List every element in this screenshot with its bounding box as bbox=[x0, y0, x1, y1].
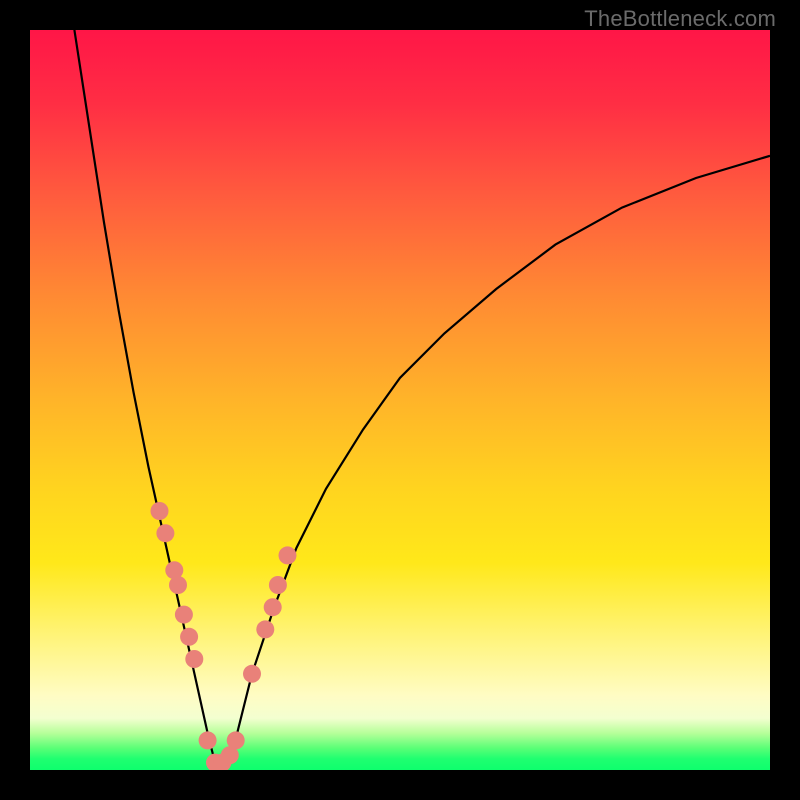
data-dot bbox=[269, 576, 287, 594]
data-dot bbox=[156, 524, 174, 542]
data-dot bbox=[185, 650, 203, 668]
data-dot bbox=[180, 628, 198, 646]
chart-svg bbox=[30, 30, 770, 770]
data-dot bbox=[199, 731, 217, 749]
data-dot bbox=[227, 731, 245, 749]
data-dot bbox=[243, 665, 261, 683]
watermark-text: TheBottleneck.com bbox=[584, 6, 776, 32]
data-dot bbox=[169, 576, 187, 594]
data-dot bbox=[175, 606, 193, 624]
data-dot bbox=[256, 620, 274, 638]
bottleneck-curve bbox=[74, 30, 770, 763]
dot-group bbox=[151, 502, 297, 770]
outer-frame: TheBottleneck.com bbox=[0, 0, 800, 800]
plot-area bbox=[30, 30, 770, 770]
data-dot bbox=[151, 502, 169, 520]
data-dot bbox=[279, 546, 297, 564]
data-dot bbox=[264, 598, 282, 616]
